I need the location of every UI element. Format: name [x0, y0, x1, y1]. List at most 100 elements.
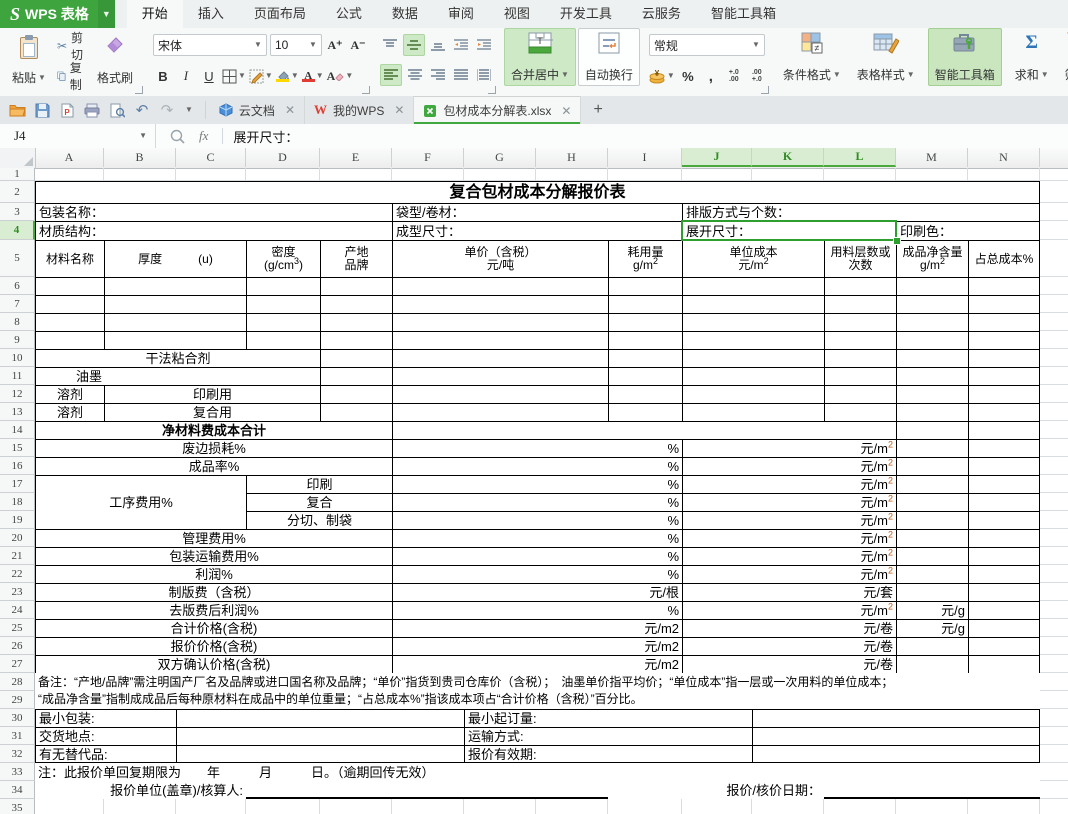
- cell-r5-J[interactable]: 单位成本元/m2: [682, 240, 824, 277]
- cell-r8-N[interactable]: [968, 313, 1040, 331]
- cell-r6-B[interactable]: [104, 277, 246, 295]
- col-header-B[interactable]: B: [104, 148, 176, 167]
- cell-r19-J[interactable]: 元/m2: [682, 511, 896, 529]
- font-dialog-launcher[interactable]: [362, 86, 370, 94]
- cell-r16-A[interactable]: 成品率%: [35, 457, 392, 475]
- cell-r10-A[interactable]: 干法粘合剂: [35, 349, 320, 367]
- font-size-select[interactable]: 10▼: [270, 34, 322, 56]
- cell-r13-N[interactable]: [968, 403, 1040, 421]
- cell-r33-A[interactable]: 注：此报价单回复期限为 年 月 日。（逾期回传无效）: [35, 763, 1040, 781]
- col-header-C[interactable]: C: [176, 148, 246, 167]
- cell-r14-F[interactable]: [392, 421, 896, 439]
- cell-r16-N[interactable]: [968, 457, 1040, 475]
- cell-r20-F[interactable]: %: [392, 529, 682, 547]
- font-name-select[interactable]: 宋体▼: [153, 34, 267, 56]
- cell-r34-I[interactable]: 报价/核价日期：: [608, 781, 824, 799]
- cell-r32-K[interactable]: [752, 745, 1040, 763]
- doc-tab-2[interactable]: W我的WPS✕: [305, 96, 414, 124]
- row-header-32[interactable]: 32: [0, 745, 35, 763]
- cell-r12-F[interactable]: [392, 385, 608, 403]
- cell-r11-A[interactable]: 油墨: [35, 367, 320, 385]
- cell-r10-N[interactable]: [968, 349, 1040, 367]
- cell-r16-F[interactable]: %: [392, 457, 682, 475]
- cell-r8-M[interactable]: [896, 313, 968, 331]
- cell-r31-K[interactable]: [752, 727, 1040, 745]
- col-header-D[interactable]: D: [246, 148, 320, 167]
- cell-r5-A[interactable]: 材料名称: [35, 240, 104, 277]
- cell-r9-F[interactable]: [392, 331, 608, 349]
- cell-r7-N[interactable]: [968, 295, 1040, 313]
- cell-r24-J[interactable]: 元/m2: [682, 601, 896, 619]
- cell-r31-A[interactable]: 交货地点:: [35, 727, 176, 745]
- row-header-23[interactable]: 23: [0, 583, 35, 601]
- cell-r4-F[interactable]: 成型尺寸：: [392, 221, 682, 240]
- menu-tab-9[interactable]: 云服务: [627, 0, 696, 28]
- italic-button[interactable]: I: [176, 66, 196, 86]
- cell-r18-D[interactable]: 复合: [246, 493, 392, 511]
- cell-r16-M[interactable]: [896, 457, 968, 475]
- distributed-button[interactable]: [474, 65, 494, 85]
- cell-r9-N[interactable]: [968, 331, 1040, 349]
- cell-r11-M[interactable]: [896, 367, 968, 385]
- cell-r9-I[interactable]: [608, 331, 682, 349]
- row-header-28[interactable]: 28: [0, 673, 35, 691]
- cell-r14-N[interactable]: [968, 421, 1040, 439]
- cell-r6-J[interactable]: [682, 277, 824, 295]
- cell-r13-A[interactable]: 溶剂: [35, 403, 104, 421]
- increase-decimal-button[interactable]: +.0.00: [724, 66, 744, 86]
- row-header-8[interactable]: 8: [0, 313, 35, 331]
- cell-r10-E[interactable]: [320, 349, 392, 367]
- cell-r30-A[interactable]: 最小包装:: [35, 709, 176, 727]
- cell-r12-B[interactable]: 印刷用: [104, 385, 320, 403]
- menu-tab-1[interactable]: 开始: [127, 0, 183, 28]
- cell-r24-M[interactable]: 元/g: [896, 601, 968, 619]
- borders-button[interactable]: ▼: [222, 69, 246, 84]
- row-header-6[interactable]: 6: [0, 277, 35, 295]
- cell-r23-A[interactable]: 制版费（含税）: [35, 583, 392, 601]
- decrease-font-icon[interactable]: A⁻: [348, 35, 368, 55]
- cell-r20-A[interactable]: 管理费用%: [35, 529, 392, 547]
- cell-r12-E[interactable]: [320, 385, 392, 403]
- cell-r18-M[interactable]: [896, 493, 968, 511]
- align-bottom-button[interactable]: [428, 35, 448, 55]
- cell-r23-N[interactable]: [968, 583, 1040, 601]
- col-header-I[interactable]: I: [608, 148, 682, 167]
- col-header-G[interactable]: G: [464, 148, 536, 167]
- menu-tab-2[interactable]: 插入: [183, 0, 239, 28]
- cell-r21-N[interactable]: [968, 547, 1040, 565]
- cell-r17-N[interactable]: [968, 475, 1040, 493]
- cell-r7-B[interactable]: [104, 295, 246, 313]
- fill-color-button[interactable]: ▼: [276, 71, 299, 82]
- cell-r5-N[interactable]: 占总成本%: [968, 240, 1040, 277]
- row-header-34[interactable]: 34: [0, 781, 35, 799]
- cell-r34-L[interactable]: [824, 781, 1040, 799]
- format-painter-button[interactable]: 格式刷: [90, 31, 140, 89]
- cell-r19-N[interactable]: [968, 511, 1040, 529]
- cell-r24-N[interactable]: [968, 601, 1040, 619]
- row-header-20[interactable]: 20: [0, 529, 35, 547]
- cell-r5-F[interactable]: 单价（含税）元/吨: [392, 240, 608, 277]
- sum-button[interactable]: Σ 求和▼: [1008, 28, 1056, 86]
- increase-indent-button[interactable]: [474, 35, 494, 55]
- cell-r15-J[interactable]: 元/m2: [682, 439, 896, 457]
- menu-tab-8[interactable]: 开发工具: [545, 0, 627, 28]
- justify-button[interactable]: [451, 65, 471, 85]
- cell-r20-J[interactable]: 元/m2: [682, 529, 896, 547]
- cell-r9-A[interactable]: [35, 331, 104, 349]
- cell-r7-I[interactable]: [608, 295, 682, 313]
- cell-r30-C[interactable]: [176, 709, 464, 727]
- cell-r10-M[interactable]: [896, 349, 968, 367]
- cell-r6-D[interactable]: [246, 277, 320, 295]
- cell-r20-N[interactable]: [968, 529, 1040, 547]
- redo-icon[interactable]: ↷: [158, 101, 176, 119]
- cell-r27-J[interactable]: 元/卷: [682, 655, 896, 673]
- name-box[interactable]: J4 ▼: [0, 124, 156, 148]
- row-header-27[interactable]: 27: [0, 655, 35, 673]
- cell-r28-A[interactable]: 备注：“产地/品牌”需注明国产厂名及品牌或进口国名称及品牌；“单价”指货到贵司仓…: [35, 673, 1040, 709]
- align-top-button[interactable]: [380, 35, 400, 55]
- cell-r24-F[interactable]: %: [392, 601, 682, 619]
- cell-r6-N[interactable]: [968, 277, 1040, 295]
- clipboard-dialog-launcher[interactable]: [135, 86, 143, 94]
- cell-r9-J[interactable]: [682, 331, 824, 349]
- col-header-F[interactable]: F: [392, 148, 464, 167]
